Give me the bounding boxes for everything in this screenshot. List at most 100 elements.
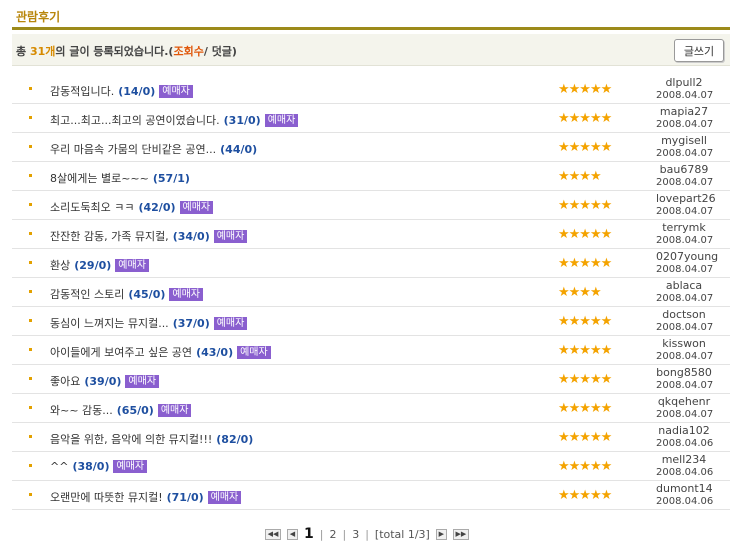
summary-suffix: / 덧글) [203,45,237,58]
review-list: 감동적입니다. (14/0) 예매자 ★★★★★ dlpull2 2008.04.0… [12,75,730,510]
review-author[interactable]: mell234 [656,453,712,466]
review-title: 오랜만에 따뜻한 뮤지컬! [50,491,163,504]
rating-stars-icon: ★★★★★ [558,314,612,329]
review-author[interactable]: mygisell [656,134,712,147]
review-author[interactable]: bau6789 [656,163,712,176]
review-author[interactable]: nadia102 [656,424,712,437]
buyer-badge: 예매자 [125,375,160,388]
review-title: 잔잔한 감동, 가족 뮤지컬, [50,230,169,243]
next-page-icon[interactable]: ▶ [435,528,447,540]
views-label: 조회수 [173,45,204,58]
review-count: (39/0) [84,375,122,388]
bullet-icon [29,203,32,206]
buyer-badge: 예매자 [169,288,203,301]
review-title-link[interactable]: 우리 마음속 가뭄의 단비같은 공연... (44/0) [50,141,257,157]
bullet-icon [29,87,32,90]
review-author[interactable]: 0207young [656,250,718,263]
buyer-badge: 예매자 [213,317,248,330]
rating-stars-icon: ★★★★★ [558,343,612,358]
bullet-icon [29,435,32,438]
review-author[interactable]: bong8580 [656,366,712,379]
review-author[interactable]: dumont14 [656,482,713,495]
review-title: 동심이 느껴지는 뮤지컬... [50,317,169,330]
review-date: 2008.04.07 [656,380,714,391]
page-separator: | [365,527,369,541]
rating-stars-icon: ★★★★★ [558,227,612,242]
review-title-link[interactable]: 최고...최고...최고의 공연이였습니다. (31/0) 예매자 [50,112,299,128]
rating-stars-icon: ★★★★★ [558,401,612,416]
review-count: (45/0) [128,288,166,301]
review-title-link[interactable]: 좋아요 (39/0) 예매자 [50,373,160,389]
review-title-link[interactable]: 감동적인 스토리 (45/0) 예매자 [50,286,203,302]
bullet-icon [29,348,32,351]
review-title-link[interactable]: 동심이 느껴지는 뮤지컬... (37/0) 예매자 [50,315,248,331]
review-author[interactable]: dlpull2 [656,76,712,89]
review-date: 2008.04.07 [656,322,714,333]
review-row: 감동적입니다. (14/0) 예매자 ★★★★★ dlpull2 2008.04.0… [12,75,730,104]
review-count: (14/0) [118,85,156,98]
review-title: 최고...최고...최고의 공연이였습니다. [50,114,220,127]
bullet-icon [29,464,32,467]
review-title-link[interactable]: 소리도둑최오 ㅋㅋ (42/0) 예매자 [50,199,214,215]
review-author[interactable]: kisswon [656,337,712,350]
review-title-link[interactable]: ^^ (38/0) 예매자 [50,460,148,473]
buyer-badge: 예매자 [237,346,271,359]
review-row: 소리도둑최오 ㅋㅋ (42/0) 예매자 ★★★★★ lovepart26 2008… [12,191,730,220]
review-title: 음악을 위한, 음악에 의한 뮤지컬!!! [50,433,213,446]
review-count: (34/0) [172,230,210,243]
review-title-link[interactable]: 잔잔한 감동, 가족 뮤지컬, (34/0) 예매자 [50,228,248,244]
review-title-link[interactable]: 8살에게는 별로~~~ (57/1) [50,170,190,186]
review-author[interactable]: lovepart26 [656,192,716,205]
review-date: 2008.04.07 [656,264,714,275]
review-title-link[interactable]: 아이들에게 보여주고 싶은 공연 (43/0) 예매자 [50,344,271,360]
review-row: 환상 (29/0) 예매자 ★★★★★ 0207young 2008.04.07 [12,249,730,278]
bullet-icon [29,116,32,119]
review-row: 오랜만에 따뜻한 뮤지컬! (71/0) 예매자 ★★★★★ dumont14 20… [12,481,730,510]
page-link-3[interactable]: 3 [352,528,359,541]
rating-stars-icon: ★★★★★ [558,140,612,155]
review-row: 와~~ 감동... (65/0) 예매자 ★★★★★ qkqehenr 2008.0… [12,394,730,423]
review-title: 환상 [50,259,71,272]
rating-stars-icon: ★★★★★ [558,372,612,387]
review-author[interactable]: qkqehenr [656,395,712,408]
review-author[interactable]: ablaca [656,279,712,292]
review-row: 음악을 위한, 음악에 의한 뮤지컬!!! (82/0) ★★★★★ nadia1… [12,423,730,452]
buyer-badge: 예매자 [179,201,214,214]
rating-stars-icon: ★★★★ [558,169,602,184]
page-link-2[interactable]: 2 [329,528,336,541]
buyer-badge: 예매자 [213,230,248,243]
review-title-link[interactable]: 감동적입니다. (14/0) 예매자 [50,83,193,99]
review-author[interactable]: doctson [656,308,712,321]
review-count: (44/0) [220,143,258,156]
review-title: 아이들에게 보여주고 싶은 공연 [50,346,193,359]
review-title-link[interactable]: 오랜만에 따뜻한 뮤지컬! (71/0) 예매자 [50,489,242,505]
summary-bar: 총 31개의 글이 등록되었습니다.(조회수/ 덧글) 글쓰기 [12,34,730,66]
review-title-link[interactable]: 환상 (29/0) 예매자 [50,257,149,273]
review-author[interactable]: terrymk [656,221,712,234]
review-row: 감동적인 스토리 (45/0) 예매자 ★★★★ ablaca 2008.04.07 [12,278,730,307]
summary-text: 총 31개의 글이 등록되었습니다.(조회수/ 덧글) [16,43,237,59]
buyer-badge: 예매자 [157,404,192,417]
first-page-icon[interactable]: ◀◀ [265,528,281,540]
write-button[interactable]: 글쓰기 [674,39,724,62]
title-divider [12,27,730,30]
review-row: 동심이 느껴지는 뮤지컬... (37/0) 예매자 ★★★★★ doctson 2… [12,307,730,336]
review-title-link[interactable]: 와~~ 감동... (65/0) 예매자 [50,402,192,418]
page-separator: | [319,527,324,541]
bullet-icon [29,261,32,264]
review-date: 2008.04.06 [656,467,714,478]
prev-page-icon[interactable]: ◀ [287,528,298,540]
review-row: ^^ (38/0) 예매자 ★★★★★ mell234 2008.04.06 [12,452,730,481]
pagination: ◀◀ ◀ 1 | 2 | 3 | [total 1/3] ▶ ▶▶ [265,525,469,543]
review-date: 2008.04.07 [656,235,714,246]
bullet-icon [29,174,32,177]
bullet-icon [29,319,32,322]
review-title-link[interactable]: 음악을 위한, 음악에 의한 뮤지컬!!! (82/0) [50,431,253,447]
buyer-badge: 예매자 [115,259,149,272]
bullet-icon [29,145,32,148]
review-author[interactable]: mapia27 [656,105,712,118]
review-count: (82/0) [216,433,254,446]
last-page-icon[interactable]: ▶▶ [452,528,469,540]
review-date: 2008.04.07 [656,119,714,130]
review-date: 2008.04.07 [656,409,714,420]
